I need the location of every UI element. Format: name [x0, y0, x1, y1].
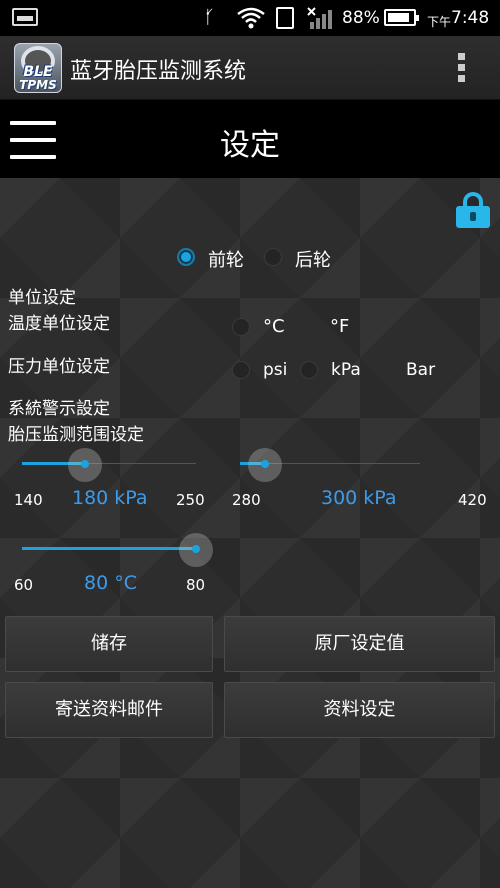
low-pressure-value: 180 kPa [72, 487, 148, 509]
temperature-min: 60 [14, 576, 34, 594]
psi-radio[interactable] [232, 361, 250, 379]
bar-label: Bar [406, 360, 436, 380]
sim-card-icon [276, 7, 294, 29]
send-email-button[interactable]: 寄送资料邮件 [5, 682, 213, 738]
page-title: 设定 [220, 128, 280, 163]
data-settings-button[interactable]: 资料设定 [224, 682, 495, 738]
alarm-settings-heading: 系統警示設定 [8, 399, 110, 419]
slider-thumb[interactable] [192, 545, 200, 553]
app-bar: BLE TPMS 蓝牙胎压监测系统 [0, 36, 500, 100]
low-pressure-min: 140 [14, 491, 43, 509]
lock-icon[interactable] [456, 192, 490, 228]
bluetooth-icon: ᚶ [204, 7, 215, 28]
pressure-unit-label: 压力单位设定 [8, 357, 110, 377]
clock: 7:48 [451, 8, 490, 28]
temperature-slider[interactable] [22, 533, 213, 567]
low-pressure-max: 250 [176, 491, 205, 509]
front-wheel-label: 前轮 [208, 250, 244, 271]
save-button[interactable]: 储存 [5, 616, 213, 672]
high-pressure-slider[interactable] [240, 448, 420, 482]
app-title: 蓝牙胎压监测系统 [70, 59, 247, 84]
pressure-range-label: 胎压监测范围设定 [8, 425, 144, 445]
temperature-value: 80 °C [84, 572, 137, 594]
battery-percent: 88% [342, 8, 380, 28]
kpa-radio[interactable] [300, 361, 318, 379]
time-period: 下午 [427, 15, 452, 29]
rear-wheel-radio[interactable] [264, 248, 282, 266]
temperature-max: 80 [186, 576, 206, 594]
page-header: 设定 [0, 100, 500, 178]
celsius-label: °C [263, 316, 285, 337]
rear-wheel-label: 后轮 [295, 250, 331, 271]
slider-active-track [22, 547, 196, 550]
overflow-menu-icon[interactable] [452, 50, 470, 86]
logo-text-tpms: TPMS [19, 78, 57, 92]
battery-icon [384, 9, 419, 26]
battery-fill [388, 13, 410, 22]
psi-label: psi [263, 360, 288, 380]
front-wheel-radio[interactable] [177, 248, 195, 266]
kpa-label: kPa [331, 360, 361, 380]
temp-unit-label: 温度单位设定 [8, 314, 110, 334]
low-pressure-slider[interactable] [22, 448, 196, 482]
wifi-icon [236, 6, 266, 30]
high-pressure-value: 300 kPa [321, 487, 397, 509]
unit-settings-heading: 单位设定 [8, 288, 76, 308]
screenshot-notification-icon [12, 8, 38, 26]
factory-default-button[interactable]: 原厂设定值 [224, 616, 495, 672]
signal-icon [306, 6, 336, 30]
fahrenheit-label: °F [330, 316, 350, 337]
status-bar: ᚶ 88% 下午 7:48 [0, 0, 500, 36]
celsius-radio[interactable] [232, 318, 250, 336]
high-pressure-max: 420 [458, 491, 487, 509]
app-logo: BLE TPMS [14, 43, 62, 93]
slider-thumb[interactable] [80, 460, 89, 468]
high-pressure-min: 280 [232, 491, 261, 509]
